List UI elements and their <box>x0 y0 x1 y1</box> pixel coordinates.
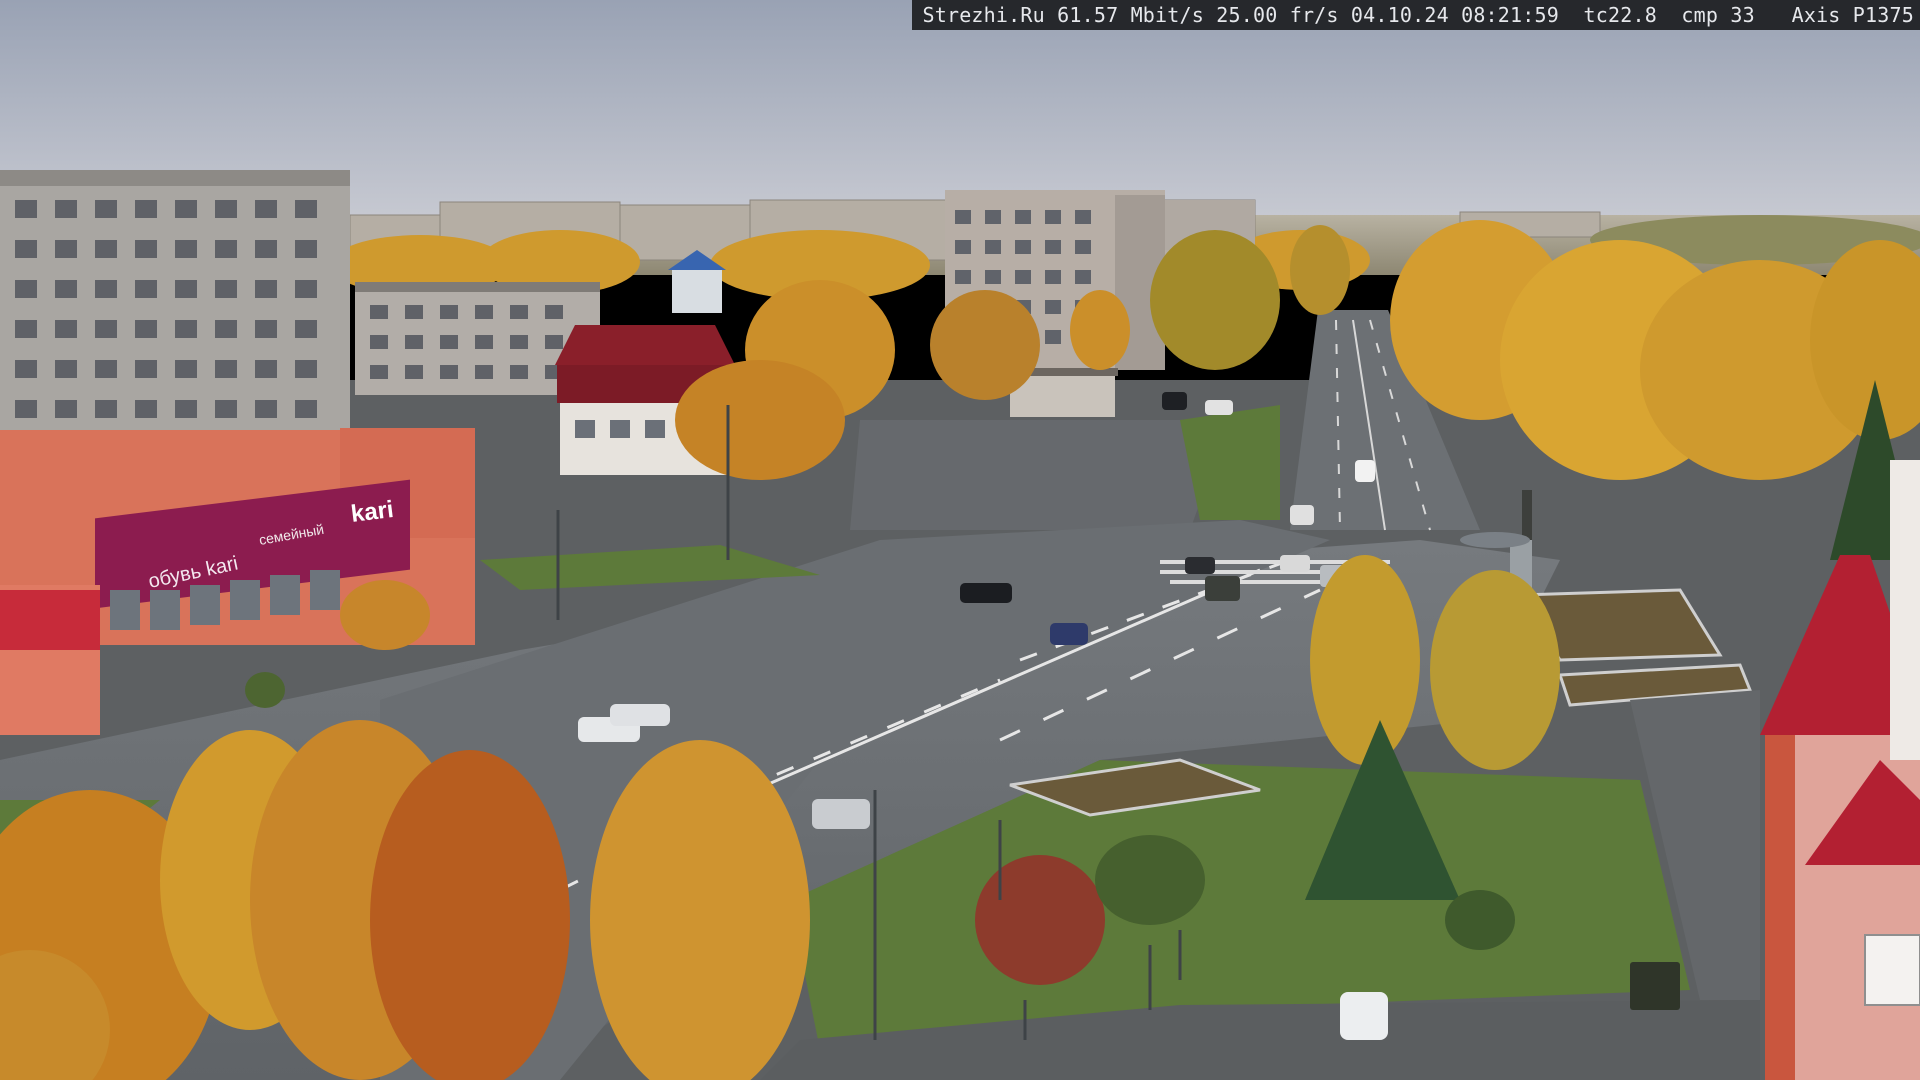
car <box>1340 992 1388 1040</box>
camera-overlay-caption: Strezhi.Ru 61.57 Mbit/s 25.00 fr/s 04.10… <box>912 0 1920 30</box>
plaza-upper <box>850 420 1230 530</box>
car <box>1355 460 1375 482</box>
shop-brand-sign: kari <box>349 496 395 528</box>
car <box>812 799 870 829</box>
car <box>1050 623 1088 645</box>
car <box>960 583 1012 603</box>
shrub <box>340 580 430 650</box>
city-square-scene: kari обувь kari семейный <box>0 0 1920 1080</box>
car <box>1290 505 1314 525</box>
car <box>1205 400 1233 415</box>
camera-view: kari обувь kari семейный Strezhi.Ru 61.5… <box>0 0 1920 1080</box>
car <box>610 704 670 726</box>
car <box>1185 557 1215 574</box>
car <box>1280 555 1310 572</box>
car <box>1205 576 1240 601</box>
car <box>1162 392 1187 410</box>
utility-cart <box>1630 962 1680 1010</box>
shrub <box>245 672 285 708</box>
